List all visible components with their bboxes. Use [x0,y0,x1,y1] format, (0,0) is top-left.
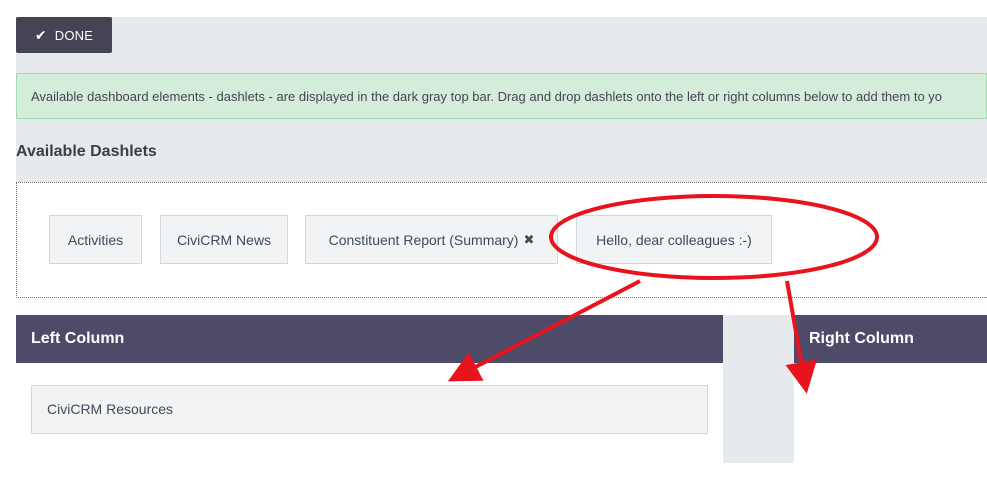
left-column-title: Left Column [31,330,125,347]
dashlet-label: CiviCRM News [176,231,272,248]
column-gap [723,315,794,463]
check-icon: ✔ [34,26,47,43]
done-button[interactable]: ✔ DONE [16,17,112,53]
dashlet-civicrm-news[interactable]: CiviCRM News [160,215,288,264]
dashlet-label: Activities [67,231,124,248]
dashlet-hello-colleagues[interactable]: Hello, dear colleagues :-) [576,215,772,264]
help-message: Available dashboard elements - dashlets … [16,73,987,119]
dashlet-civicrm-resources[interactable]: CiviCRM Resources [31,385,708,434]
left-column-header: Left Column [16,315,723,363]
done-button-label: DONE [54,27,94,43]
dashlet-label: CiviCRM Resources [47,401,174,417]
available-dashlets-heading: Available Dashlets [16,143,157,160]
dashlet-label: Constituent Report (Summary) [328,231,519,248]
remove-x-icon[interactable]: ✖ [523,232,534,248]
right-column-title: Right Column [809,330,914,347]
dashlet-label: Hello, dear colleagues :-) [596,231,752,248]
dashlet-activities[interactable]: Activities [49,215,142,264]
right-column-header: Right Column [794,315,987,363]
dashlet-constituent-report[interactable]: Constituent Report (Summary) ✖ [305,215,558,264]
